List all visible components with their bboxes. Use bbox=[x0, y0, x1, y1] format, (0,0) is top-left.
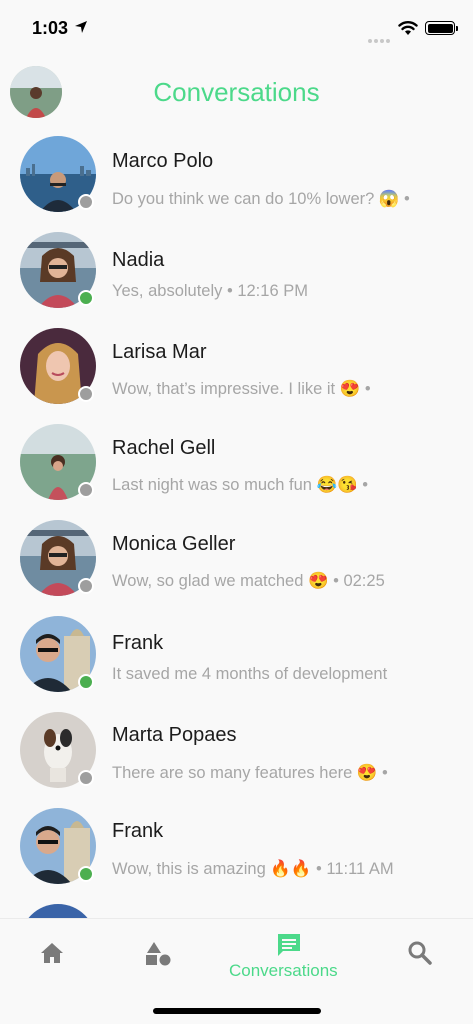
wifi-icon bbox=[398, 21, 418, 35]
offline-indicator bbox=[78, 194, 94, 210]
signal-dots-icon bbox=[368, 30, 392, 48]
location-arrow-icon bbox=[75, 21, 87, 33]
message-preview: Last night was so much fun 😂😘 • bbox=[112, 476, 368, 494]
header: Conversations bbox=[0, 60, 473, 124]
contact-name: Frank bbox=[112, 820, 164, 842]
conversation-item[interactable] bbox=[0, 892, 473, 918]
conversation-item[interactable]: Nadia Yes, absolutely • 12:16 PM bbox=[0, 220, 473, 316]
tab-conversations-label: Conversations bbox=[229, 961, 338, 980]
online-indicator bbox=[78, 866, 94, 882]
offline-indicator bbox=[78, 770, 94, 786]
battery-icon bbox=[425, 21, 455, 35]
conversation-item[interactable]: Marta Popaes There are so many features … bbox=[0, 700, 473, 796]
contact-name: Marta Popaes bbox=[112, 724, 237, 746]
battery-tip bbox=[456, 26, 458, 31]
conversation-item[interactable]: Larisa Mar Wow, that’s impressive. I lik… bbox=[0, 316, 473, 412]
online-indicator bbox=[78, 674, 94, 690]
message-preview: Do you think we can do 10% lower? 😱 • bbox=[112, 190, 410, 208]
search-icon bbox=[408, 941, 432, 965]
tab-search[interactable] bbox=[388, 919, 452, 999]
contact-name: Larisa Mar bbox=[112, 341, 207, 363]
status-time: 1:03 bbox=[32, 18, 69, 38]
chat-icon bbox=[278, 934, 300, 956]
offline-indicator bbox=[78, 482, 94, 498]
contact-name: Marco Polo bbox=[112, 150, 214, 172]
contact-name: Monica Geller bbox=[112, 533, 236, 555]
page-title: Conversations bbox=[153, 77, 320, 107]
conversation-item[interactable]: Monica Geller Wow, so glad we matched 😍 … bbox=[0, 508, 473, 604]
message-preview: Wow, so glad we matched 😍 • 02:25 bbox=[112, 572, 385, 590]
contact-name: Frank bbox=[112, 632, 164, 654]
conversation-item[interactable]: Marco Polo Do you think we can do 10% lo… bbox=[0, 124, 473, 220]
message-preview: Wow, that’s impressive. I like it 😍 • bbox=[112, 380, 371, 398]
avatar bbox=[20, 904, 96, 918]
message-preview: Wow, this is amazing 🔥🔥 • 11:11 AM bbox=[112, 860, 394, 878]
conversation-item[interactable]: Frank Wow, this is amazing 🔥🔥 • 11:11 AM bbox=[0, 796, 473, 892]
offline-indicator bbox=[78, 386, 94, 402]
contact-name: Nadia bbox=[112, 249, 165, 271]
online-indicator bbox=[78, 290, 94, 306]
message-preview: It saved me 4 months of development bbox=[112, 665, 388, 683]
tab-conversations[interactable]: Conversations bbox=[222, 919, 362, 999]
status-bar: 1:03 bbox=[0, 0, 473, 56]
shapes-icon bbox=[146, 942, 171, 966]
message-preview: There are so many features here 😍 • bbox=[112, 764, 388, 782]
contact-name: Rachel Gell bbox=[112, 437, 216, 459]
conversation-item[interactable]: Rachel Gell Last night was so much fun 😂… bbox=[0, 412, 473, 508]
offline-indicator bbox=[78, 578, 94, 594]
tab-shapes[interactable] bbox=[126, 919, 190, 999]
home-icon bbox=[41, 943, 63, 963]
home-indicator bbox=[153, 1008, 321, 1014]
conversation-item[interactable]: Frank It saved me 4 months of developmen… bbox=[0, 604, 473, 700]
conversation-list[interactable]: Marco Polo Do you think we can do 10% lo… bbox=[0, 124, 473, 918]
tab-home[interactable] bbox=[20, 919, 84, 999]
message-preview: Yes, absolutely • 12:16 PM bbox=[112, 282, 308, 300]
